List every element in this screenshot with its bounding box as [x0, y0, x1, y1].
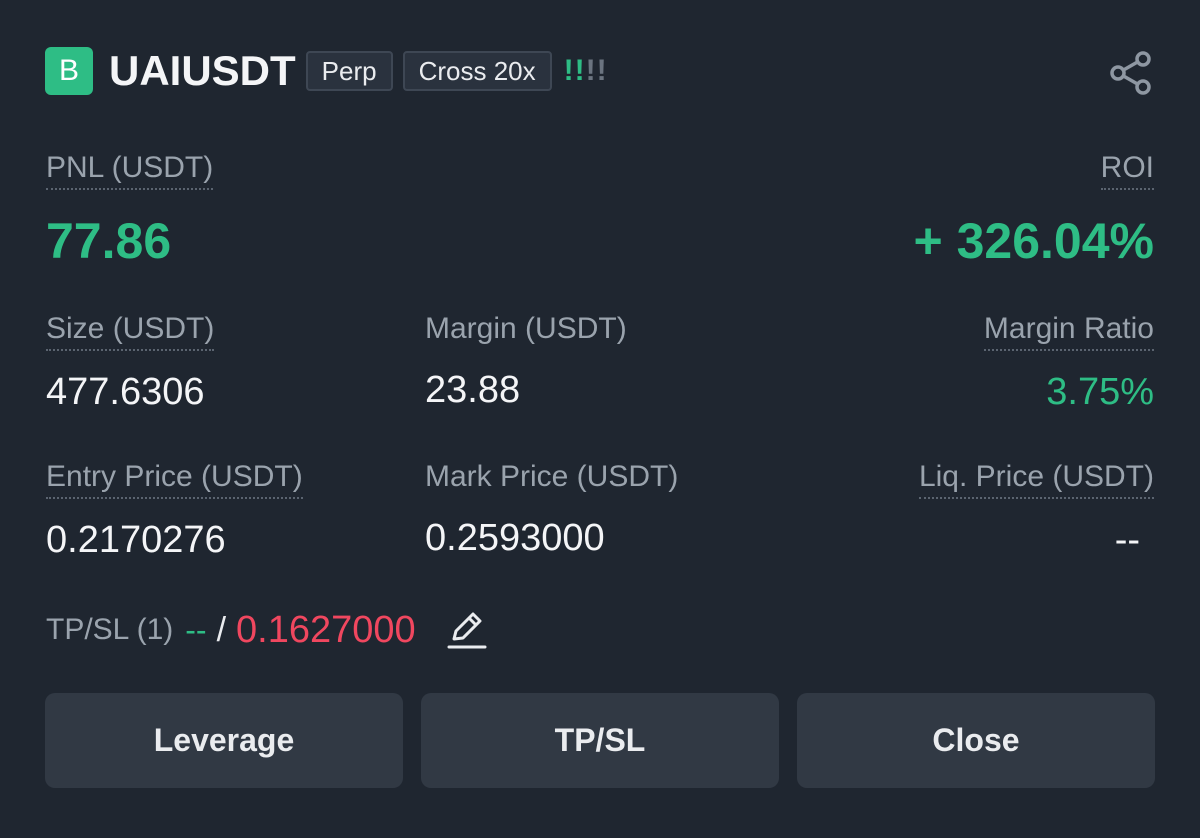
roi-label[interactable]: ROI	[1100, 151, 1154, 190]
risk-bar: !	[574, 54, 586, 87]
contract-type-tag: Perp	[305, 51, 393, 91]
position-card: B UAIUSDT Perp Cross 20x ! ! ! ! PNL (US…	[0, 0, 1200, 838]
sl-value: 0.1627000	[236, 608, 416, 651]
pnl-value: 77.86	[46, 213, 172, 269]
tpsl-row: TP/SL (1) -- / 0.1627000	[46, 606, 488, 654]
mark-price-value: 0.2593000	[425, 517, 605, 559]
edit-icon[interactable]	[446, 609, 488, 651]
pnl-label[interactable]: PNL (USDT)	[46, 151, 214, 190]
size-label[interactable]: Size (USDT)	[46, 312, 215, 351]
margin-mode-tag[interactable]: Cross 20x	[402, 51, 552, 91]
tpsl-label: TP/SL (1)	[46, 613, 174, 646]
risk-bar: !	[585, 54, 597, 87]
close-position-button[interactable]: Close	[797, 693, 1155, 788]
margin-value: 23.88	[425, 369, 521, 411]
tpsl-button[interactable]: TP/SL	[421, 693, 779, 788]
risk-level-icon[interactable]: ! ! ! !	[564, 54, 608, 88]
side-badge: B	[45, 47, 93, 95]
position-header: B UAIUSDT Perp Cross 20x ! ! ! !	[45, 47, 608, 95]
margin-label: Margin (USDT)	[425, 312, 627, 345]
roi-value: + 326.04%	[913, 213, 1154, 269]
liq-price-label[interactable]: Liq. Price (USDT)	[918, 460, 1154, 499]
share-icon[interactable]	[1108, 50, 1154, 96]
tpsl-separator: /	[216, 610, 227, 649]
entry-price-label[interactable]: Entry Price (USDT)	[46, 460, 303, 499]
risk-bar: !	[596, 54, 608, 87]
leverage-button[interactable]: Leverage	[45, 693, 403, 788]
risk-bar: !	[563, 54, 575, 87]
margin-ratio-label[interactable]: Margin Ratio	[983, 312, 1154, 351]
margin-ratio-value: 3.75%	[1046, 371, 1154, 413]
entry-price-value: 0.2170276	[46, 519, 226, 561]
symbol-title[interactable]: UAIUSDT	[109, 47, 296, 95]
size-value: 477.6306	[46, 371, 205, 413]
liq-price-value: --	[1114, 519, 1140, 561]
tp-value: --	[185, 611, 207, 648]
mark-price-label: Mark Price (USDT)	[425, 460, 679, 493]
